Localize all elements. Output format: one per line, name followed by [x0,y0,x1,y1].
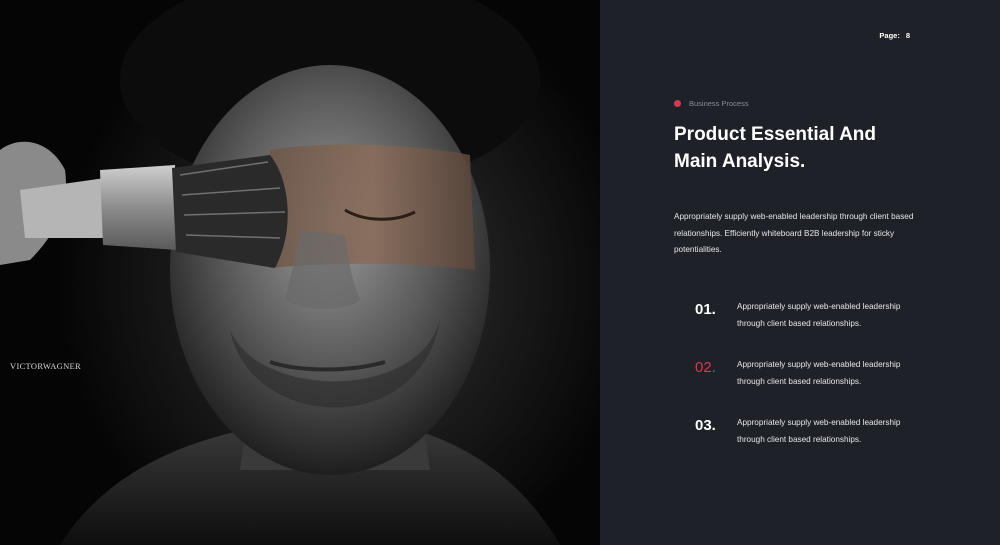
title-line-2: Main Analysis. [674,151,806,172]
item-text-line-1: Appropriately supply web-enabled leaders… [737,360,901,369]
item-text-line-1: Appropriately supply web-enabled leaders… [737,302,901,311]
item-text-line-2: through client based relationships. [737,434,862,444]
item-number: 02. [695,359,716,376]
page-indicator: Page: 8 [879,31,910,40]
portrait-illustration [0,0,560,545]
eyebrow-label: Business Process [689,99,749,108]
section-eyebrow: Business Process [674,99,749,108]
page-number: 8 [905,31,910,40]
item-text: Appropriately supply web-enabled leaders… [737,357,917,390]
page-label: Page: [879,31,900,40]
page-title: Product Essential And Main Analysis. [674,121,934,175]
photographer-watermark: VICTORWAGNER [10,361,81,371]
item-text-line-2: through client based relationships. [737,318,862,328]
item-text-line-2: through client based relationships. [737,376,862,386]
title-line-1: Product Essential And [674,124,876,145]
accent-dot-icon [674,100,681,107]
section-description: Appropriately supply web-enabled leaders… [674,212,914,254]
hero-photo: VICTORWAGNER [0,0,600,545]
item-text-line-1: Appropriately supply web-enabled leaders… [737,418,901,427]
list-item: 01. Appropriately supply web-enabled lea… [695,299,917,332]
item-text: Appropriately supply web-enabled leaders… [737,299,917,332]
list-item: 02. Appropriately supply web-enabled lea… [695,357,917,390]
item-number: 03. [695,417,716,434]
content-panel: Page: 8 Business Process Product Essentia… [600,0,1000,545]
item-text: Appropriately supply web-enabled leaders… [737,415,917,448]
item-number: 01. [695,301,716,318]
list-item: 03. Appropriately supply web-enabled lea… [695,415,917,448]
